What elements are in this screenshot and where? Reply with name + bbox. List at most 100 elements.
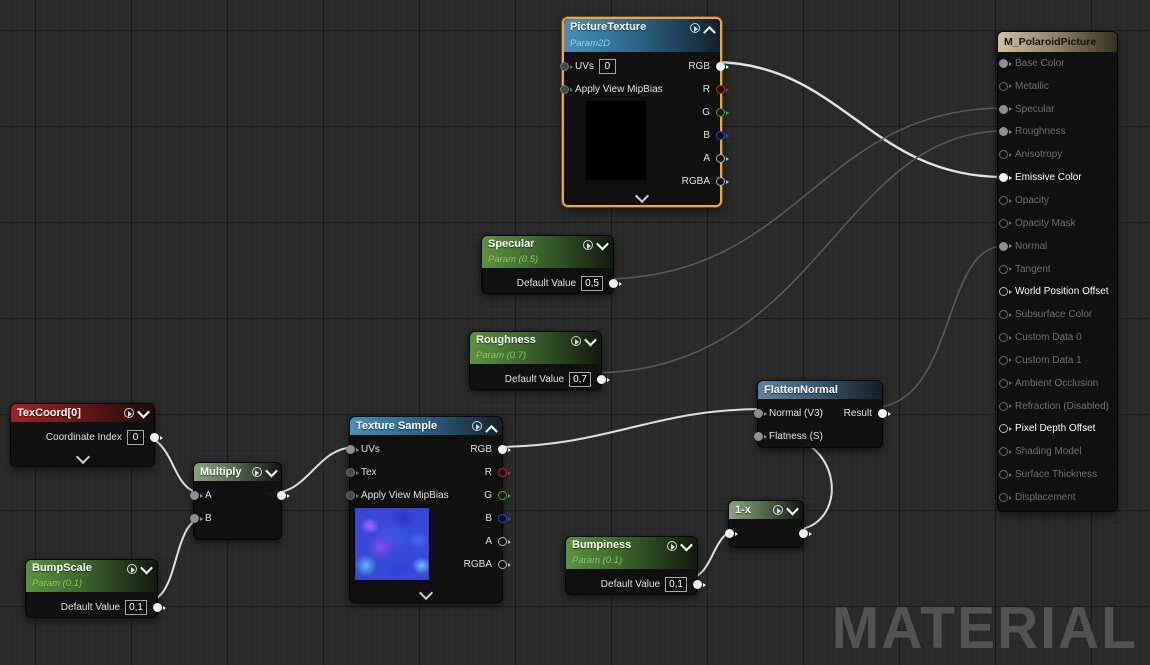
node-texcoord-header[interactable]: TexCoord[0] — [11, 404, 154, 422]
node-multiply-header[interactable]: Multiply — [194, 463, 281, 481]
mat-pin-displacement[interactable] — [999, 493, 1008, 502]
node-texture-sample[interactable]: Texture Sample UVs RGB Tex R Apply View … — [349, 416, 503, 603]
chevron-down-icon[interactable] — [596, 238, 609, 251]
mat-pin-shading-model[interactable] — [999, 447, 1008, 456]
ts-rgba-pin[interactable] — [498, 560, 507, 569]
node-roughness-header[interactable]: Roughness Param (0.7) — [470, 332, 601, 364]
node-roughness[interactable]: Roughness Param (0.7) Default Value 0,7 — [469, 331, 602, 390]
node-flatten-normal[interactable]: FlattenNormal Normal (V3) Result Flatnes… — [757, 380, 883, 448]
node-material-result[interactable]: M_PolaroidPicture Base Color Metallic Sp… — [997, 31, 1118, 512]
preview-toggle-icon[interactable] — [472, 421, 482, 431]
ts-b-pin[interactable] — [498, 514, 507, 523]
node-specular[interactable]: Specular Param (0.5) Default Value 0,5 — [481, 235, 614, 294]
node-multiply[interactable]: Multiply A B — [193, 462, 282, 540]
expand-chevron-icon[interactable] — [419, 586, 433, 600]
pt-uvs-pin[interactable] — [560, 62, 569, 71]
multiply-input-b-pin[interactable] — [190, 514, 199, 523]
mat-pin-subsurface-color[interactable] — [999, 310, 1008, 319]
node-bumpiness-header[interactable]: Bumpiness Param (0.1) — [566, 537, 697, 569]
pt-uvs-value[interactable]: 0 — [599, 59, 616, 74]
ts-uvs-pin[interactable] — [346, 445, 355, 454]
texcoord-output-pin[interactable] — [150, 433, 159, 442]
node-texcoord[interactable]: TexCoord[0] Coordinate Index 0 — [10, 403, 155, 467]
preview-toggle-icon[interactable] — [124, 408, 134, 418]
mat-pin-refraction[interactable] — [999, 402, 1008, 411]
wire-texturesample-rgb-to-flattennormal[interactable] — [492, 409, 764, 447]
pt-b-pin[interactable] — [716, 131, 725, 140]
chevron-up-icon[interactable] — [703, 26, 716, 39]
specular-output-pin[interactable] — [609, 279, 618, 288]
multiply-input-a-pin[interactable] — [190, 491, 199, 500]
node-one-minus-x-header[interactable]: 1-x — [729, 501, 803, 519]
wire-picturetexture-rgb-to-emissive[interactable] — [712, 62, 1004, 177]
chevron-down-icon[interactable] — [786, 502, 799, 515]
preview-toggle-icon[interactable] — [571, 336, 581, 346]
flatten-result-pin[interactable] — [878, 409, 887, 418]
pt-r-pin[interactable] — [716, 85, 725, 94]
material-graph-canvas[interactable]: TexCoord[0] Coordinate Index 0 BumpScale… — [0, 0, 1150, 665]
default-value[interactable]: 0,1 — [125, 600, 147, 615]
flatten-normal-input-pin[interactable] — [754, 409, 763, 418]
roughness-output-pin[interactable] — [597, 375, 606, 384]
mat-pin-anisotropy[interactable] — [999, 150, 1008, 159]
pt-g-pin[interactable] — [716, 108, 725, 117]
mat-pin-opacity[interactable] — [999, 196, 1008, 205]
pt-rgba-pin[interactable] — [716, 177, 725, 186]
node-bumpiness[interactable]: Bumpiness Param (0.1) Default Value 0,1 — [565, 536, 698, 595]
default-value[interactable]: 0,1 — [665, 577, 687, 592]
node-material-header[interactable]: M_PolaroidPicture — [998, 32, 1117, 52]
ts-a-pin[interactable] — [498, 537, 507, 546]
preview-toggle-icon[interactable] — [773, 505, 783, 515]
one-minus-x-output-pin[interactable] — [799, 529, 808, 538]
chevron-up-icon[interactable] — [485, 424, 498, 437]
chevron-down-icon[interactable] — [680, 539, 693, 552]
mat-pin-custom-data-0[interactable] — [999, 333, 1008, 342]
chevron-down-icon[interactable] — [265, 464, 278, 477]
node-picture-texture[interactable]: PictureTexture Param2D UVs 0 RGB Apply V… — [562, 17, 722, 207]
coordinate-index-value[interactable]: 0 — [127, 430, 144, 445]
chevron-down-icon[interactable] — [140, 562, 153, 575]
ts-r-pin[interactable] — [498, 468, 507, 477]
pt-mipbias-pin[interactable] — [560, 85, 569, 94]
mat-pin-base-color[interactable] — [999, 59, 1008, 68]
mat-pin-normal[interactable] — [999, 242, 1008, 251]
pt-a-pin[interactable] — [716, 154, 725, 163]
one-minus-x-input-pin[interactable] — [725, 529, 734, 538]
preview-toggle-icon[interactable] — [127, 564, 137, 574]
pt-rgb-pin[interactable] — [716, 62, 725, 71]
mat-pin-custom-data-1[interactable] — [999, 356, 1008, 365]
multiply-output-pin[interactable] — [277, 491, 286, 500]
mat-pin-ambient-occlusion[interactable] — [999, 379, 1008, 388]
mat-pin-metallic[interactable] — [999, 82, 1008, 91]
mat-pin-emissive-color[interactable] — [999, 173, 1008, 182]
mat-pin-roughness[interactable] — [999, 127, 1008, 136]
preview-toggle-icon[interactable] — [583, 240, 593, 250]
expand-chevron-icon[interactable] — [75, 450, 89, 464]
node-bumpscale[interactable]: BumpScale Param (0.1) Default Value 0,1 — [25, 559, 158, 618]
mat-pin-pixel-depth-offset[interactable] — [999, 424, 1008, 433]
ts-rgb-pin[interactable] — [498, 445, 507, 454]
mat-pin-surface-thickness[interactable] — [999, 470, 1008, 479]
bumpscale-output-pin[interactable] — [153, 603, 162, 612]
ts-tex-pin[interactable] — [346, 468, 355, 477]
preview-toggle-icon[interactable] — [690, 23, 700, 33]
chevron-down-icon[interactable] — [584, 334, 597, 347]
mat-pin-specular[interactable] — [999, 105, 1008, 114]
node-texture-sample-header[interactable]: Texture Sample — [350, 417, 502, 435]
preview-toggle-icon[interactable] — [252, 467, 262, 477]
default-value[interactable]: 0,5 — [581, 276, 603, 291]
wire-flattennormal-to-material-normal[interactable] — [870, 246, 1004, 408]
ts-mipbias-pin[interactable] — [346, 491, 355, 500]
mat-pin-tangent[interactable] — [999, 265, 1008, 274]
chevron-down-icon[interactable] — [137, 405, 150, 418]
mat-pin-opacity-mask[interactable] — [999, 219, 1008, 228]
flatness-input-pin[interactable] — [754, 432, 763, 441]
texture-sample-preview[interactable] — [354, 507, 430, 581]
node-picture-texture-header[interactable]: PictureTexture Param2D — [564, 19, 720, 52]
node-flatten-normal-header[interactable]: FlattenNormal — [758, 381, 882, 399]
node-specular-header[interactable]: Specular Param (0.5) — [482, 236, 613, 268]
node-bumpscale-header[interactable]: BumpScale Param (0.1) — [26, 560, 157, 592]
ts-g-pin[interactable] — [498, 491, 507, 500]
bumpiness-output-pin[interactable] — [693, 580, 702, 589]
node-one-minus-x[interactable]: 1-x — [728, 500, 804, 548]
